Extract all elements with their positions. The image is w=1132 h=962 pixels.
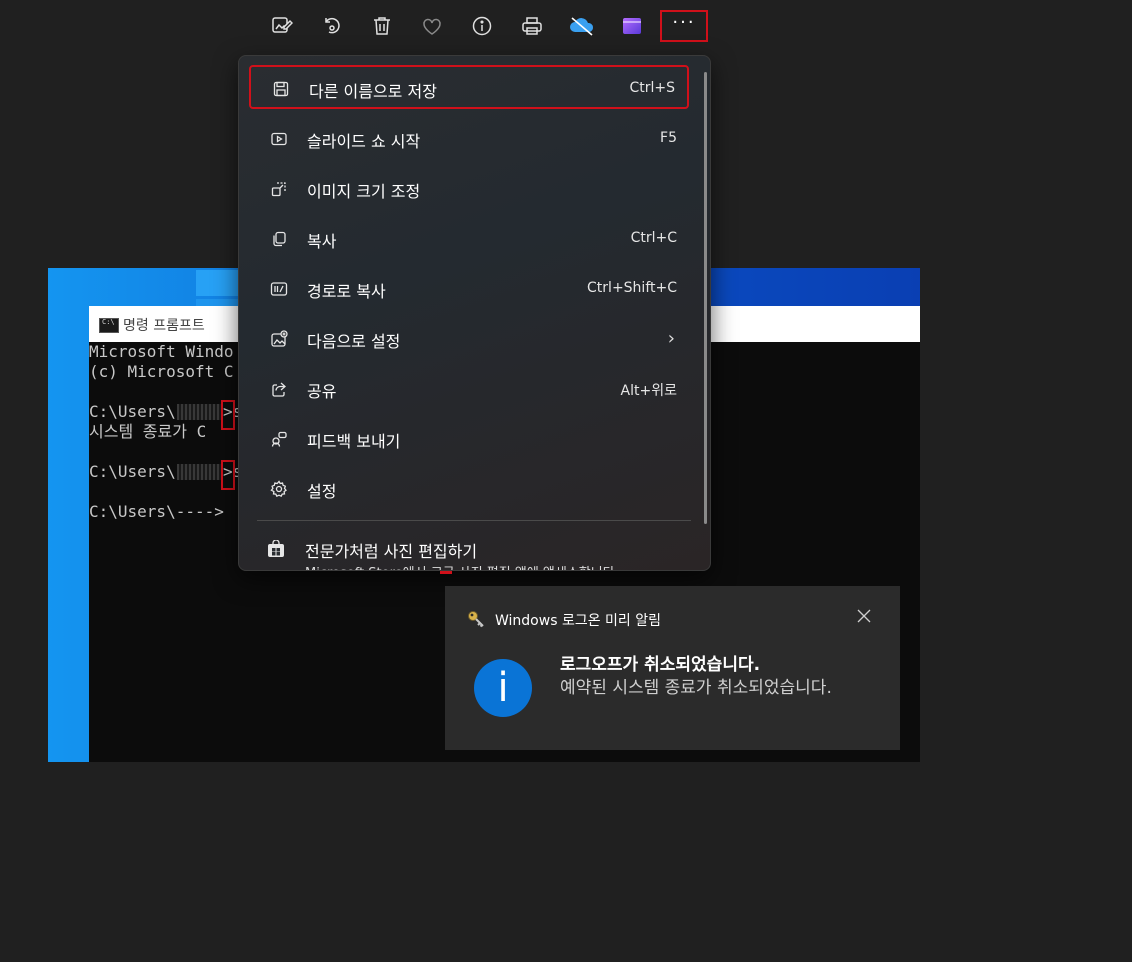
menu-item-copy[interactable]: 복사 Ctrl+C [249, 217, 689, 261]
cmd-line-2: (c) Microsoft C [89, 362, 234, 381]
more-options-menu: 다른 이름으로 저장 Ctrl+S 슬라이드 쇼 시작 F5 이미지 크기 조정… [238, 55, 711, 571]
close-icon [857, 609, 871, 623]
settings-icon [269, 479, 289, 499]
save-icon [271, 79, 291, 99]
share-icon [269, 379, 289, 399]
highlight-box-1 [221, 400, 235, 430]
terminal-icon: C:\ [99, 318, 119, 333]
key-icon [466, 609, 486, 633]
menu-item-label: 복사 [307, 232, 337, 251]
onedrive-off-icon [570, 17, 594, 36]
resize-icon [269, 179, 289, 199]
rotate-icon [325, 17, 340, 34]
menu-item-label: 다른 이름으로 저장 [309, 82, 437, 101]
annotation-mark [440, 571, 452, 574]
menu-item-resize[interactable]: 이미지 크기 조정 [249, 167, 689, 211]
cmd-line-1: Microsoft Windo [89, 342, 234, 361]
edit-image-icon [272, 17, 293, 33]
menu-item-set-as[interactable]: 다음으로 설정 › [249, 317, 689, 361]
info-button[interactable] [462, 8, 502, 44]
menu-divider [257, 520, 691, 521]
copy-path-icon [269, 279, 289, 299]
toast-app-name: Windows 로그온 미리 알림 [495, 613, 662, 629]
menu-item-shortcut: F5 [660, 130, 677, 146]
menu-item-slideshow[interactable]: 슬라이드 쇼 시작 F5 [249, 117, 689, 161]
menu-item-label: 경로로 복사 [307, 282, 386, 301]
menu-item-share[interactable]: 공유 Alt+위로 [249, 367, 689, 411]
info-icon: i [474, 659, 532, 717]
store-icon [267, 539, 285, 558]
menu-item-shortcut: Ctrl+C [630, 230, 677, 246]
delete-icon [374, 17, 390, 35]
favorite-icon [423, 18, 441, 35]
menu-item-feedback[interactable]: 피드백 보내기 [249, 417, 689, 461]
cmd-line-7: C:\Users\ [89, 462, 176, 481]
print-icon [522, 17, 542, 35]
pro-edit-subtitle: Microsoft Store에서 고급 사진 편집 앱에 액세스합니다 [305, 562, 615, 570]
menu-item-label: 설정 [307, 482, 337, 501]
menu-item-label: 피드백 보내기 [307, 432, 401, 451]
menu-item-label: 다음으로 설정 [307, 332, 401, 351]
slideshow-icon [269, 129, 289, 149]
menu-item-label: 이미지 크기 조정 [307, 182, 421, 201]
cmd-line-9: C:\Users\----> [89, 502, 224, 521]
menu-item-label: 공유 [307, 382, 337, 401]
redacted-username-2 [177, 464, 221, 480]
logon-reminder-toast[interactable]: Windows 로그온 미리 알림 i 로그오프가 취소되었습니다. 예약된 시… [445, 586, 900, 750]
menu-item-save-as[interactable]: 다른 이름으로 저장 Ctrl+S [249, 65, 689, 109]
menu-item-shortcut: Alt+위로 [620, 383, 677, 399]
edit-image-button[interactable] [262, 8, 302, 44]
menu-item-shortcut: Ctrl+Shift+C [587, 280, 677, 296]
cmd-line-4: C:\Users\ [89, 402, 176, 421]
highlight-box-2 [221, 460, 235, 490]
menu-item-shortcut: Ctrl+S [629, 80, 675, 96]
viewer-toolbar: ··· [258, 0, 718, 52]
menu-scrollbar[interactable] [704, 72, 707, 524]
more-options-button[interactable]: ··· [660, 10, 708, 42]
toast-title: 로그오프가 취소되었습니다. [560, 655, 761, 675]
info-icon [472, 16, 492, 36]
cmd-line-5: 시스템 종료가 C [89, 422, 207, 441]
rotate-button[interactable] [312, 8, 352, 44]
chevron-right-icon: › [667, 328, 675, 349]
command-prompt-output: Microsoft Windo (c) Microsoft C C:\Users… [89, 342, 242, 582]
favorite-button[interactable] [412, 8, 452, 44]
menu-item-copy-path[interactable]: 경로로 복사 Ctrl+Shift+C [249, 267, 689, 311]
clipchamp-icon [623, 18, 641, 34]
pro-edit-title: 전문가처럼 사진 편집하기 [305, 542, 478, 561]
print-button[interactable] [512, 8, 552, 44]
menu-item-label: 슬라이드 쇼 시작 [307, 132, 421, 151]
set-as-icon [269, 329, 289, 349]
redacted-username [177, 404, 221, 420]
clipchamp-button[interactable] [612, 8, 652, 44]
menu-item-settings[interactable]: 설정 [249, 467, 689, 511]
close-button[interactable] [854, 606, 874, 626]
onedrive-button[interactable] [562, 8, 602, 44]
feedback-icon [269, 429, 289, 449]
command-prompt-title: 명령 프롬프트 [123, 318, 205, 334]
delete-button[interactable] [362, 8, 402, 44]
more-options-icon: ··· [672, 12, 696, 33]
copy-icon [269, 229, 289, 249]
toast-body: 예약된 시스템 종료가 취소되었습니다. [560, 678, 832, 698]
